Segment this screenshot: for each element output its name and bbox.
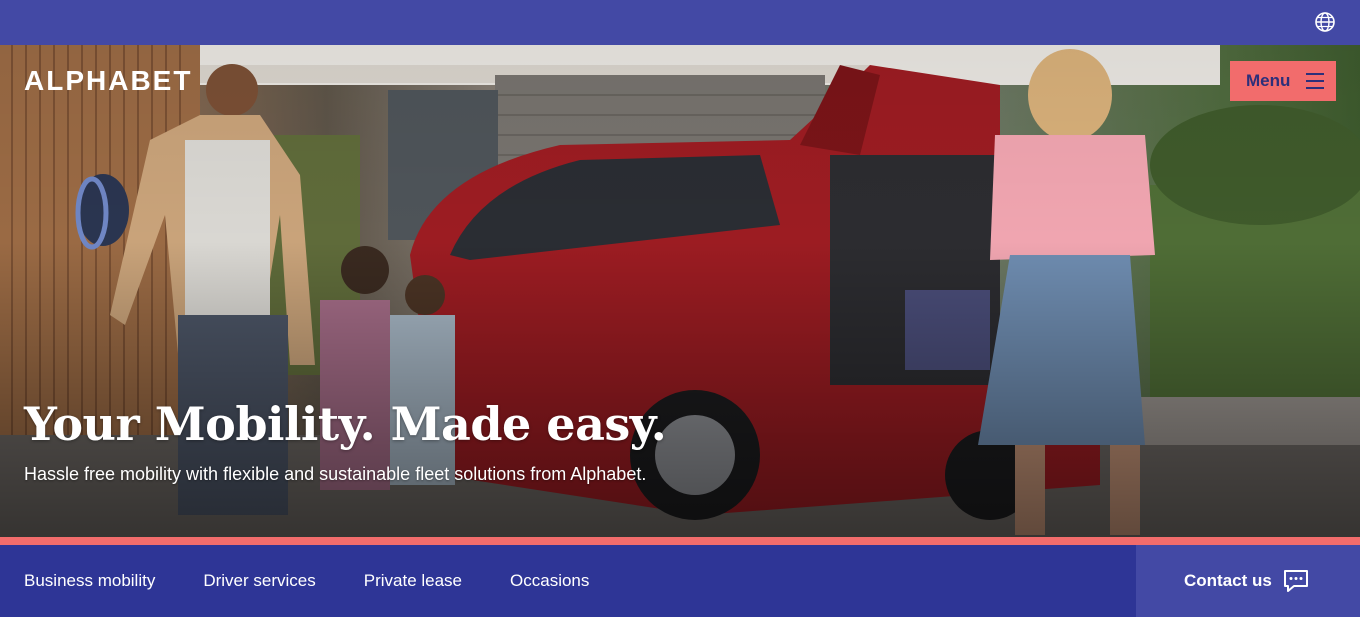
chat-bubble-icon	[1284, 570, 1308, 592]
contact-us-button[interactable]: Contact us	[1136, 545, 1360, 617]
menu-label: Menu	[1246, 71, 1291, 90]
nav-item-business-mobility[interactable]: Business mobility	[24, 571, 155, 591]
hero-subtitle: Hassle free mobility with flexible and s…	[24, 464, 647, 484]
alphabet-logo[interactable]: ALPHABET	[24, 65, 192, 97]
hamburger-icon	[1306, 73, 1324, 89]
accent-divider	[0, 537, 1360, 545]
top-utility-bar	[0, 0, 1360, 45]
menu-button[interactable]: Menu	[1230, 61, 1336, 101]
globe-icon[interactable]	[1314, 11, 1336, 33]
nav-links: Business mobility Driver services Privat…	[24, 545, 637, 617]
primary-navigation: Business mobility Driver services Privat…	[0, 545, 1360, 617]
page-below-fold	[0, 617, 1360, 633]
contact-us-label: Contact us	[1184, 571, 1272, 590]
nav-item-driver-services[interactable]: Driver services	[203, 571, 315, 591]
hero-banner: ALPHABET Menu Your Mobility. Made easy. …	[0, 45, 1360, 537]
hero-title: Your Mobility. Made easy.	[24, 397, 667, 451]
nav-item-private-lease[interactable]: Private lease	[364, 571, 462, 591]
nav-item-occasions[interactable]: Occasions	[510, 571, 589, 591]
